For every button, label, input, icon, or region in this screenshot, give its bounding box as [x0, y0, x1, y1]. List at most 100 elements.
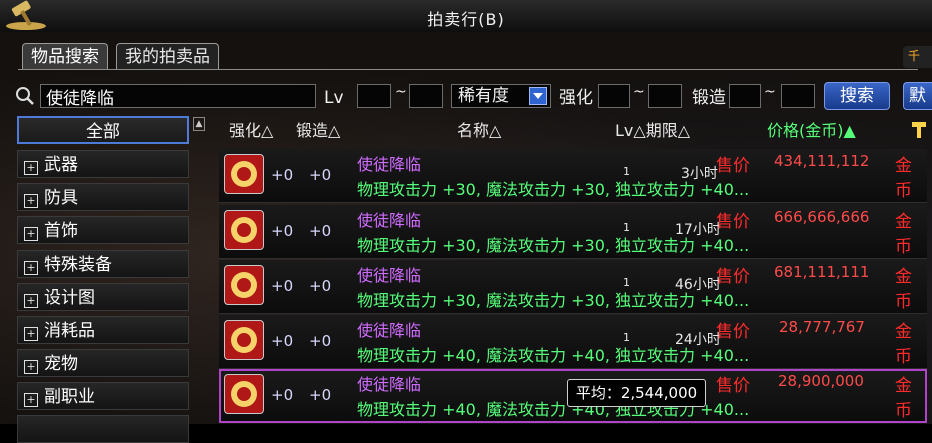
item-icon [224, 210, 264, 250]
item-name: 使徒降临 [357, 266, 422, 285]
category-label: 宠物 [44, 354, 78, 374]
table-row[interactable]: +0 +0 使徒降临 物理攻击力 +30, 魔法攻击力 +30, 独立攻击力 +… [219, 260, 927, 314]
category-accessory[interactable]: + 首饰 [17, 216, 189, 244]
item-icon [224, 320, 264, 360]
item-name: 使徒降临 [357, 155, 422, 174]
item-expiry: 3小时 [681, 166, 718, 182]
item-expiry: 46小时 [675, 277, 721, 293]
forge-max-field[interactable] [781, 84, 815, 108]
enhance-label: 强化 [559, 88, 593, 108]
category-label: 防具 [44, 188, 78, 208]
price-value: 681,111,111 [774, 263, 870, 281]
sell-label: 售价 [716, 267, 750, 287]
forge-value: +0 [309, 277, 332, 295]
default-button[interactable]: 默 [903, 82, 932, 110]
forge-value: +0 [309, 386, 332, 404]
enhance-value: +0 [271, 222, 294, 240]
expand-icon: + [24, 194, 38, 208]
enhance-tilde: ~ [633, 84, 645, 100]
table-row[interactable]: +0 +0 使徒降临 物理攻击力 +40, 魔法攻击力 +40, 独立攻击力 +… [219, 315, 927, 369]
category-armor[interactable]: + 防具 [17, 183, 189, 211]
table-row[interactable]: +0 +0 使徒降临 物理攻击力 +30, 魔法攻击力 +30, 独立攻击力 +… [219, 149, 927, 203]
category-weapon[interactable]: + 武器 [17, 150, 189, 178]
currency-label: 金币 [895, 267, 912, 312]
column-name[interactable]: 名称△ [457, 119, 501, 143]
enhance-value: +0 [271, 332, 294, 350]
category-all[interactable]: 全部 [17, 116, 189, 144]
item-icon [224, 265, 264, 305]
category-label: 特殊装备 [44, 255, 112, 275]
sell-label: 售价 [716, 156, 750, 176]
column-enhance[interactable]: 强化△ [229, 119, 273, 143]
currency-label: 金币 [895, 156, 912, 201]
column-forge[interactable]: 锻造△ [296, 119, 340, 143]
average-price-tooltip: 平均：2,544,000 [567, 379, 706, 407]
rarity-select[interactable]: 稀有度 [451, 84, 551, 108]
search-input[interactable] [40, 84, 316, 108]
forge-tilde: ~ [764, 84, 776, 100]
search-icon [16, 87, 34, 105]
price-value: 28,777,767 [779, 318, 865, 336]
tab-item-search[interactable]: 物品搜索 [22, 43, 108, 70]
currency-label: 金币 [895, 376, 912, 421]
item-expiry: 17小时 [675, 222, 721, 238]
item-name: 使徒降临 [357, 375, 422, 394]
lv-tilde: ~ [395, 84, 407, 100]
item-name: 使徒降临 [357, 211, 422, 230]
forge-value: +0 [309, 332, 332, 350]
category-pet[interactable]: + 宠物 [17, 349, 189, 377]
lv-min-field[interactable] [357, 84, 391, 108]
category-consumable[interactable]: + 消耗品 [17, 316, 189, 344]
item-count: 1 [623, 221, 630, 234]
currency-label: 金币 [895, 212, 912, 257]
expand-icon: + [24, 261, 38, 275]
forge-min-field[interactable] [729, 84, 761, 108]
category-other[interactable] [17, 415, 189, 443]
tab-my-auctions[interactable]: 我的拍卖品 [116, 43, 219, 70]
forge-label: 锻造 [692, 88, 726, 108]
item-expiry: 24小时 [675, 332, 721, 348]
enhance-max-field[interactable] [648, 84, 682, 108]
enhance-value: +0 [271, 386, 294, 404]
category-label: 副职业 [44, 387, 95, 407]
expand-icon: + [24, 327, 38, 341]
table-row[interactable]: +0 +0 使徒降临 物理攻击力 +30, 魔法攻击力 +30, 独立攻击力 +… [219, 205, 927, 259]
column-lv-expiry[interactable]: Lv△期限△ [615, 119, 690, 143]
category-label: 武器 [44, 155, 78, 175]
expand-icon: + [24, 161, 38, 175]
item-count: 1 [623, 276, 630, 289]
sell-label: 售价 [716, 376, 750, 396]
hammer-icon[interactable] [910, 119, 928, 143]
expand-icon: + [24, 294, 38, 308]
forge-value: +0 [309, 166, 332, 184]
currency-label: 金币 [895, 322, 912, 367]
column-price[interactable]: 价格(金币)▲ [767, 119, 856, 143]
lv-max-field[interactable] [409, 84, 443, 108]
search-button[interactable]: 搜索 [824, 82, 890, 110]
category-sub-profession[interactable]: + 副职业 [17, 382, 189, 410]
enhance-min-field[interactable] [598, 84, 630, 108]
title-bar: 拍卖行(B) [0, 0, 932, 33]
tab-divider [18, 69, 918, 70]
window-title: 拍卖行(B) [427, 10, 505, 29]
sell-label: 售价 [716, 322, 750, 342]
category-special-equipment[interactable]: + 特殊装备 [17, 250, 189, 278]
category-label: 消耗品 [44, 321, 95, 341]
expand-icon: + [24, 393, 38, 407]
forge-value: +0 [309, 222, 332, 240]
item-icon [224, 154, 264, 194]
category-label: 首饰 [44, 221, 78, 241]
enhance-value: +0 [271, 166, 294, 184]
expand-icon: + [24, 360, 38, 374]
category-label: 设计图 [44, 288, 95, 308]
price-value: 666,666,666 [774, 208, 870, 226]
price-value: 28,900,000 [778, 372, 864, 390]
item-count: 1 [623, 331, 630, 344]
side-panel-edge: 千 [903, 46, 932, 68]
chevron-down-icon [529, 87, 547, 105]
item-count: 1 [623, 165, 630, 178]
price-value: 434,111,112 [774, 152, 870, 170]
category-blueprint[interactable]: + 设计图 [17, 283, 189, 311]
scroll-up-icon[interactable]: ▲ [193, 117, 205, 131]
lv-label: Lv [324, 88, 344, 108]
